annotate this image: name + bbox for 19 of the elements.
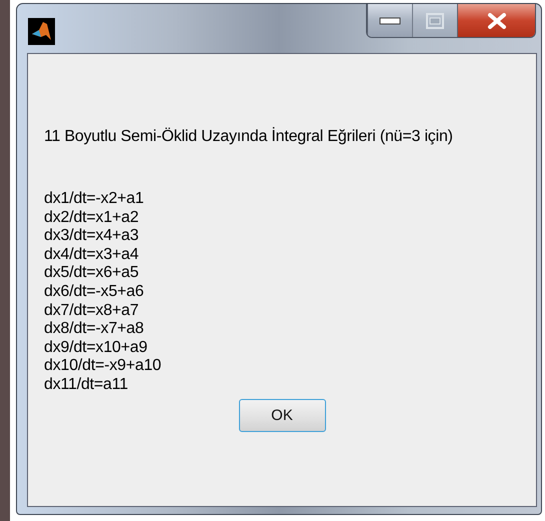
equation-line: dx1/dt=-x2+a1 <box>44 190 145 209</box>
equation-line: dx9/dt=x10+a9 <box>44 338 148 358</box>
close-icon <box>486 12 506 28</box>
equation-line: dx2/dt=x1+a2 <box>44 208 140 228</box>
equation-line: dx3/dt=x4+a3 <box>44 227 140 246</box>
ok-button[interactable]: OK <box>238 398 326 432</box>
dialog-heading: 11 Boyutlu Semi-Öklid Uzayında İntegral Eğrileri (nü=3 için) <box>44 128 453 146</box>
equation-line: dx8/dt=-x7+a8 <box>44 320 145 339</box>
close-button[interactable] <box>457 4 535 37</box>
maximize-icon <box>426 12 444 28</box>
equation-line: dx5/dt=x6+a5 <box>44 264 140 283</box>
app-logo-icon <box>28 18 55 45</box>
equation-line: dx10/dt=-x9+a10 <box>44 357 162 376</box>
equation-line: dx4/dt=x3+a4 <box>44 246 140 264</box>
minimize-button[interactable] <box>367 4 412 37</box>
minimize-icon <box>379 16 401 24</box>
equation-line: dx6/dt=-x5+a6 <box>44 282 145 302</box>
equation-line: dx11/dt=a11 <box>44 376 129 395</box>
equation-line: dx7/dt=x8+a7 <box>44 302 140 320</box>
